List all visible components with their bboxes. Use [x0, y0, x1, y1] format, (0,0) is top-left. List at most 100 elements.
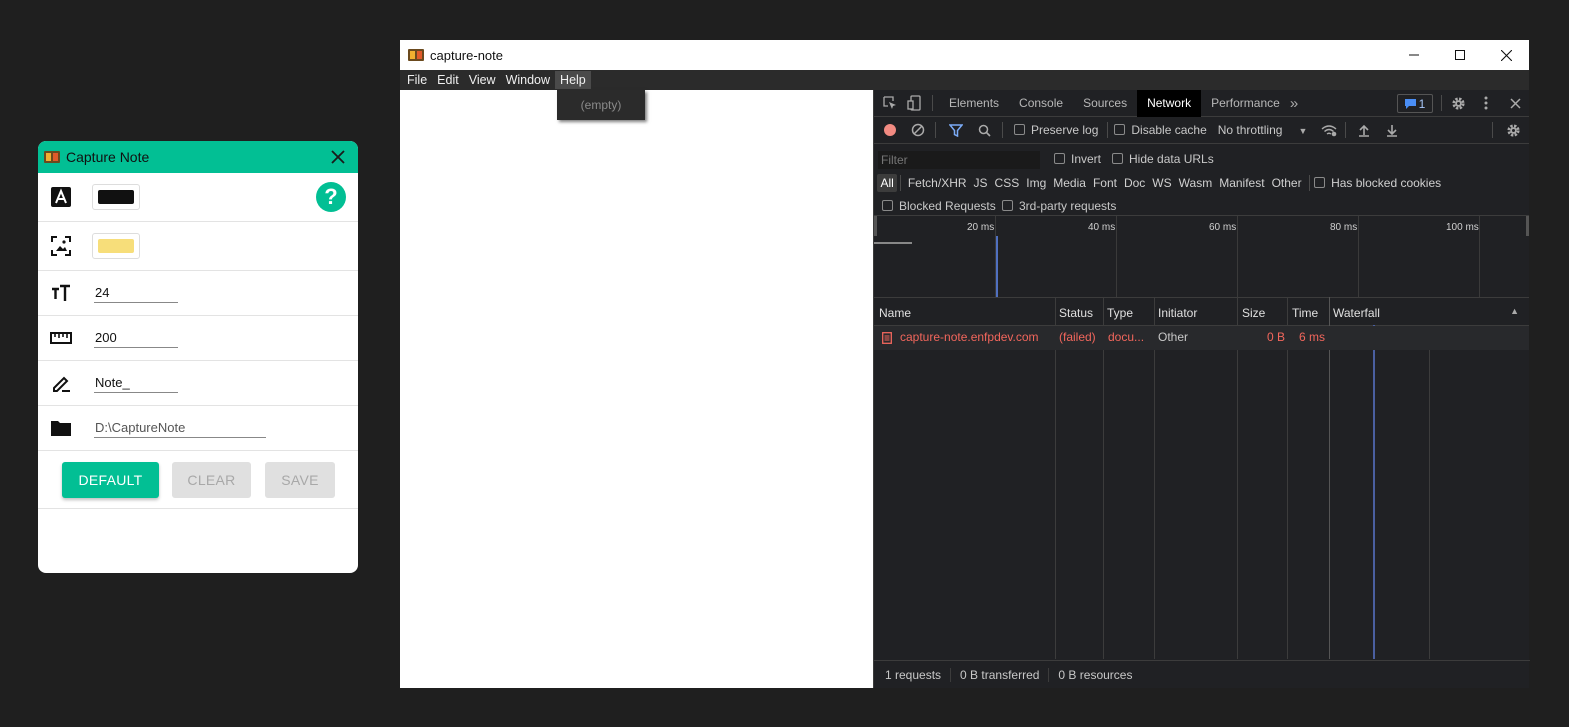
- tab-network[interactable]: Network: [1137, 89, 1202, 117]
- folder-icon: [50, 417, 72, 439]
- minimize-button[interactable]: [1391, 40, 1437, 70]
- close-window-button[interactable]: [1483, 40, 1529, 70]
- record-icon[interactable]: [882, 122, 898, 138]
- tab-elements[interactable]: Elements: [939, 90, 1009, 117]
- prefix-row: [38, 361, 358, 406]
- disable-cache-option[interactable]: Disable cache: [1114, 123, 1207, 137]
- inspect-element-icon[interactable]: [882, 95, 898, 111]
- close-devtools-icon[interactable]: [1507, 95, 1523, 111]
- network-toolbar: Preserve log Disable cache No throttling…: [874, 117, 1529, 144]
- separator: [1309, 175, 1311, 191]
- menu-view[interactable]: View: [464, 71, 501, 89]
- type-doc[interactable]: Doc: [1120, 174, 1148, 192]
- col-waterfall[interactable]: Waterfall: [1333, 306, 1380, 320]
- invert-checkbox[interactable]: [1054, 153, 1065, 164]
- timeline-handle-right[interactable]: [1526, 216, 1529, 236]
- download-har-icon[interactable]: [1384, 122, 1400, 138]
- type-manifest[interactable]: Manifest: [1216, 174, 1268, 192]
- has-blocked-cookies-option[interactable]: Has blocked cookies: [1314, 176, 1441, 190]
- timeline-label: 100 ms: [1446, 222, 1479, 233]
- col-status[interactable]: Status: [1059, 306, 1093, 320]
- menu-file[interactable]: File: [402, 71, 432, 89]
- type-js[interactable]: JS: [970, 174, 991, 192]
- bg-color-swatch[interactable]: [92, 233, 140, 259]
- preserve-log-option[interactable]: Preserve log: [1014, 123, 1098, 137]
- disable-cache-checkbox[interactable]: [1114, 124, 1126, 135]
- search-icon[interactable]: [976, 122, 992, 138]
- request-name[interactable]: capture-note.enfpdev.com: [900, 330, 1039, 344]
- more-options-icon[interactable]: [1478, 95, 1494, 111]
- tab-performance[interactable]: Performance: [1201, 90, 1290, 117]
- sort-arrow-icon[interactable]: ▲: [1510, 306, 1519, 316]
- network-overview-timeline[interactable]: 20 ms 40 ms 60 ms 80 ms 100 ms: [874, 216, 1529, 298]
- request-bar: [874, 242, 912, 244]
- prefix-input[interactable]: [94, 373, 178, 393]
- device-toolbar-icon[interactable]: [906, 95, 922, 111]
- folder-input[interactable]: [94, 418, 266, 438]
- menu-window[interactable]: Window: [501, 71, 555, 89]
- throttling-select[interactable]: No throttling ▼: [1218, 123, 1308, 137]
- close-icon[interactable]: [330, 149, 346, 165]
- has-blocked-cookies-checkbox[interactable]: [1314, 177, 1326, 188]
- preserve-log-checkbox[interactable]: [1014, 124, 1025, 135]
- blocked-requests-checkbox[interactable]: [882, 200, 893, 211]
- type-ws[interactable]: WS: [1149, 174, 1175, 192]
- third-party-option[interactable]: 3rd-party requests: [1002, 199, 1116, 213]
- width-input[interactable]: [94, 328, 178, 348]
- menu-help[interactable]: Help: [555, 71, 591, 89]
- third-party-checkbox[interactable]: [1002, 200, 1013, 211]
- help-button[interactable]: ?: [316, 182, 346, 212]
- status-transferred: 0 B transferred: [951, 667, 1050, 682]
- menu-edit[interactable]: Edit: [432, 71, 464, 89]
- blocked-requests-option[interactable]: Blocked Requests: [882, 199, 996, 213]
- issues-badge[interactable]: 1: [1397, 94, 1433, 113]
- network-conditions-icon[interactable]: [1321, 122, 1337, 138]
- col-initiator[interactable]: Initiator: [1158, 306, 1197, 320]
- settings-gear-icon[interactable]: [1450, 95, 1466, 111]
- separator: [932, 95, 933, 111]
- font-size-input[interactable]: [94, 283, 178, 303]
- network-settings-gear-icon[interactable]: [1505, 122, 1521, 138]
- filter-input[interactable]: [878, 151, 1040, 169]
- filter-icon[interactable]: [948, 122, 964, 138]
- clear-button[interactable]: CLEAR: [172, 461, 251, 498]
- col-type[interactable]: Type: [1107, 306, 1133, 320]
- col-time[interactable]: Time: [1292, 306, 1318, 320]
- col-size[interactable]: Size: [1242, 306, 1265, 320]
- button-row: DEFAULT CLEAR SAVE: [38, 451, 358, 509]
- throttling-value: No throttling: [1217, 123, 1283, 137]
- type-media[interactable]: Media: [1050, 174, 1090, 192]
- type-wasm[interactable]: Wasm: [1175, 174, 1216, 192]
- type-all[interactable]: All: [877, 174, 898, 192]
- timeline-gridline: [1358, 216, 1359, 297]
- type-fetch-xhr[interactable]: Fetch/XHR: [904, 174, 970, 192]
- col-name[interactable]: Name: [879, 306, 911, 320]
- timeline-handle-left[interactable]: [874, 216, 877, 236]
- font-color-row: ?: [38, 173, 358, 222]
- ruler-icon: [50, 327, 72, 349]
- type-css[interactable]: CSS: [991, 174, 1023, 192]
- text-color-icon: [50, 186, 72, 208]
- bg-color-fill: [98, 239, 134, 253]
- default-button[interactable]: DEFAULT: [62, 461, 159, 498]
- tab-sources[interactable]: Sources: [1073, 90, 1137, 117]
- table-row[interactable]: capture-note.enfpdev.com (failed) docu..…: [874, 326, 1529, 350]
- type-font[interactable]: Font: [1089, 174, 1120, 192]
- hide-data-urls-checkbox[interactable]: [1112, 153, 1123, 164]
- hide-data-urls-option[interactable]: Hide data URLs: [1112, 152, 1214, 166]
- request-size: 0 B: [1267, 330, 1286, 344]
- type-other[interactable]: Other: [1268, 174, 1305, 192]
- hide-data-urls-label: Hide data URLs: [1129, 152, 1214, 166]
- font-color-swatch[interactable]: [92, 184, 140, 210]
- load-event-marker: [996, 236, 998, 297]
- save-button[interactable]: SAVE: [265, 461, 335, 498]
- type-img[interactable]: Img: [1023, 174, 1050, 192]
- maximize-button[interactable]: [1437, 40, 1483, 70]
- third-party-label: 3rd-party requests: [1019, 199, 1117, 213]
- invert-option[interactable]: Invert: [1054, 152, 1101, 166]
- tab-console[interactable]: Console: [1009, 90, 1073, 117]
- more-tabs-button[interactable]: »: [1290, 95, 1298, 112]
- clear-log-icon[interactable]: [910, 122, 926, 138]
- upload-har-icon[interactable]: [1356, 122, 1372, 138]
- panel-title: Capture Note: [66, 149, 150, 165]
